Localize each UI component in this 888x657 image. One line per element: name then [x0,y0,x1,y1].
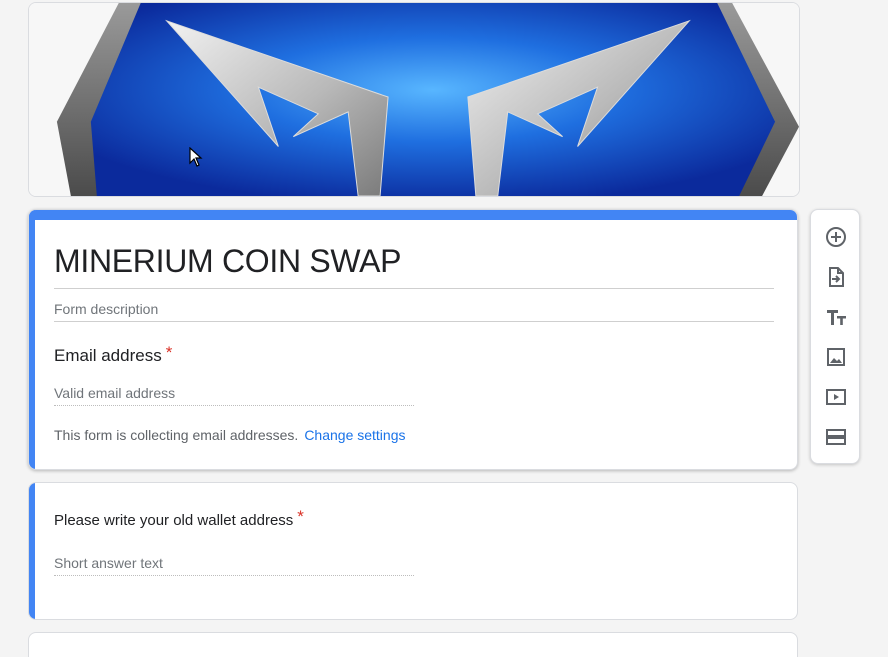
collecting-note-text: This form is collecting email addresses. [54,427,299,443]
wallet-question-card[interactable]: Please write your old wallet address * Sh… [28,482,798,620]
wallet-question-text: Please write your old wallet address [54,512,294,529]
card-active-indicator [29,210,35,469]
email-question-label: Email address * [54,343,173,366]
add-title-icon[interactable] [823,304,849,330]
change-settings-link[interactable]: Change settings [304,427,405,443]
form-title-input[interactable]: MINERIUM COIN SWAP [54,243,774,289]
next-question-card[interactable] [28,632,798,657]
email-question-text: Email address [54,346,162,365]
wallet-question-label: Please write your old wallet address * [54,507,304,530]
short-answer-field[interactable]: Short answer text [54,554,414,576]
mouse-cursor-icon [189,147,203,167]
email-collection-note: This form is collecting email addresses.… [54,427,406,443]
add-image-icon[interactable] [823,344,849,370]
add-section-icon[interactable] [823,424,849,450]
form-description-input[interactable]: Form description [54,300,774,322]
add-question-icon[interactable] [823,224,849,250]
card-top-accent [29,210,797,220]
required-asterisk: * [165,343,173,362]
form-toolbar [810,209,860,464]
form-header-card[interactable]: MINERIUM COIN SWAP Form description Emai… [28,209,798,470]
import-questions-icon[interactable] [823,264,849,290]
email-field[interactable]: Valid email address [54,384,414,406]
card-active-indicator [29,483,35,619]
required-asterisk: * [297,507,304,526]
add-video-icon[interactable] [823,384,849,410]
header-banner-image [28,2,800,197]
